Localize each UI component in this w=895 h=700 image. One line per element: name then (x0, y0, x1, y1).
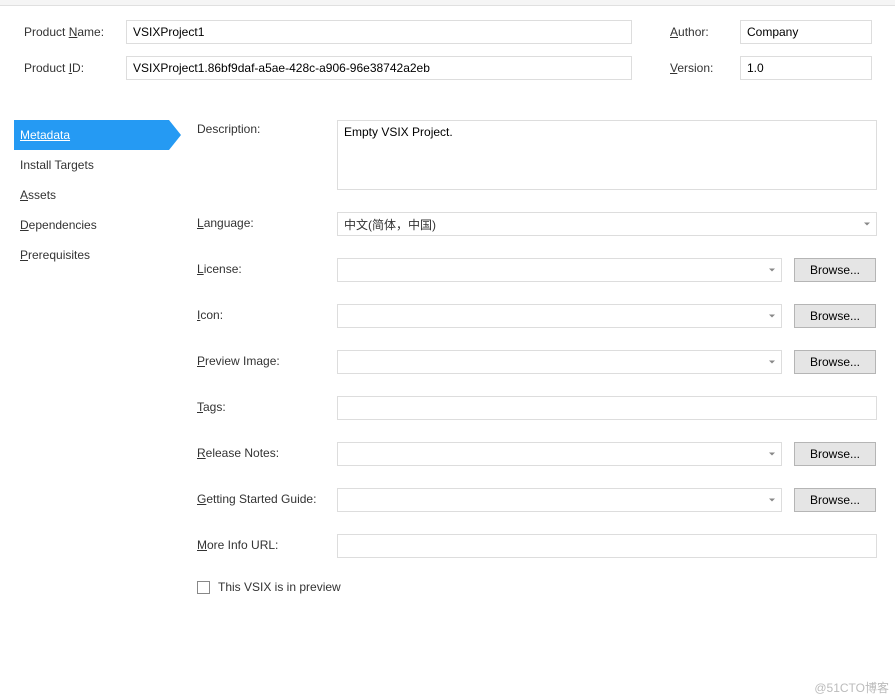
header-row-id: Product ID: Version: (16, 56, 879, 80)
icon-combo[interactable] (337, 304, 782, 328)
content-area: Metadata Install Targets Assets Dependen… (0, 102, 895, 594)
row-description: Description: (197, 120, 877, 190)
watermark: @51CTO博客 (814, 679, 889, 696)
chevron-down-icon (864, 223, 870, 226)
chevron-down-icon (769, 453, 775, 456)
release-notes-browse-button[interactable]: Browse... (794, 442, 876, 466)
row-getting-started: Getting Started Guide: Browse... (197, 488, 877, 512)
description-label: Description: (197, 120, 337, 136)
tags-input[interactable] (337, 396, 877, 420)
sidebar-item-prerequisites[interactable]: Prerequisites (14, 240, 169, 270)
chevron-down-icon (769, 315, 775, 318)
preview-image-label: Preview Image: (197, 350, 337, 368)
header-section: Product Name: Author: Product ID: Versio… (0, 6, 895, 102)
icon-label: Icon: (197, 304, 337, 322)
preview-image-combo[interactable] (337, 350, 782, 374)
version-input[interactable] (740, 56, 872, 80)
row-license: License: Browse... (197, 258, 877, 282)
author-input[interactable] (740, 20, 872, 44)
description-input[interactable] (337, 120, 877, 190)
chevron-down-icon (769, 361, 775, 364)
row-release-notes: Release Notes: Browse... (197, 442, 877, 466)
row-preview-image: Preview Image: Browse... (197, 350, 877, 374)
product-name-input[interactable] (126, 20, 632, 44)
release-notes-label: Release Notes: (197, 442, 337, 460)
getting-started-label: Getting Started Guide: (197, 488, 337, 506)
sidebar-item-install-targets[interactable]: Install Targets (14, 150, 169, 180)
version-label: Version: (670, 61, 740, 75)
product-id-label: Product ID: (16, 61, 126, 75)
license-browse-button[interactable]: Browse... (794, 258, 876, 282)
sidebar: Metadata Install Targets Assets Dependen… (0, 120, 169, 594)
tags-label: Tags: (197, 396, 337, 414)
language-combo[interactable]: 中文(简体，中国) (337, 212, 877, 236)
license-label: License: (197, 258, 337, 276)
sidebar-item-metadata[interactable]: Metadata (14, 120, 169, 150)
preview-checkbox[interactable] (197, 581, 210, 594)
form-area: Description: Language: 中文(简体，中国) License… (169, 120, 895, 594)
sidebar-item-assets[interactable]: Assets (14, 180, 169, 210)
author-label: Author: (670, 25, 740, 39)
product-name-label: Product Name: (16, 25, 126, 39)
chevron-down-icon (769, 499, 775, 502)
header-row-name: Product Name: Author: (16, 20, 879, 44)
product-id-input[interactable] (126, 56, 632, 80)
language-combo-value: 中文(简体，中国) (344, 216, 436, 233)
preview-checkbox-label: This VSIX is in preview (218, 580, 341, 594)
row-tags: Tags: (197, 396, 877, 420)
more-info-input[interactable] (337, 534, 877, 558)
row-icon: Icon: Browse... (197, 304, 877, 328)
getting-started-browse-button[interactable]: Browse... (794, 488, 876, 512)
chevron-down-icon (769, 269, 775, 272)
row-more-info: More Info URL: (197, 534, 877, 558)
license-combo[interactable] (337, 258, 782, 282)
row-preview-checkbox: This VSIX is in preview (197, 580, 877, 594)
preview-image-browse-button[interactable]: Browse... (794, 350, 876, 374)
row-language: Language: 中文(简体，中国) (197, 212, 877, 236)
release-notes-combo[interactable] (337, 442, 782, 466)
icon-browse-button[interactable]: Browse... (794, 304, 876, 328)
getting-started-combo[interactable] (337, 488, 782, 512)
more-info-label: More Info URL: (197, 534, 337, 552)
sidebar-item-dependencies[interactable]: Dependencies (14, 210, 169, 240)
language-label: Language: (197, 212, 337, 230)
